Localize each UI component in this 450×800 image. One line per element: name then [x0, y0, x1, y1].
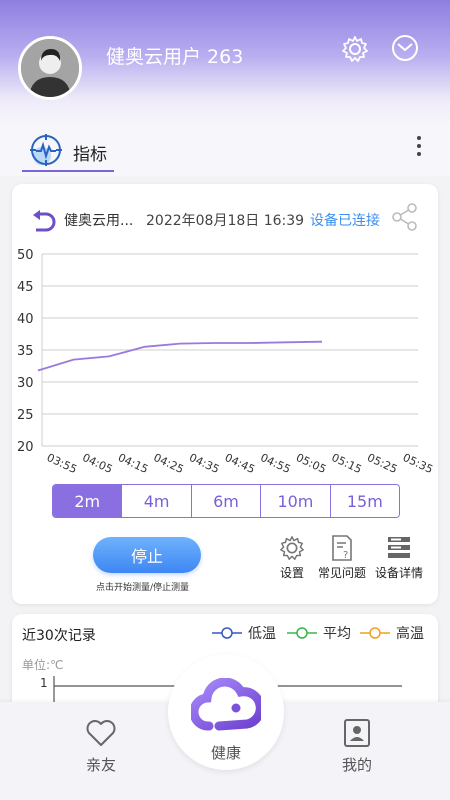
segment-10m[interactable]: 10m [261, 485, 331, 517]
legend-low-label: 低温 [248, 626, 276, 642]
nav-friends-label: 亲友 [85, 756, 116, 774]
health-cloud-icon [191, 678, 261, 731]
x-tick-label: 05:35 [401, 451, 435, 476]
segment-15m[interactable]: 15m [330, 485, 399, 517]
measure-hint: 点击开始测量/停止测量 [96, 583, 190, 593]
settings-button[interactable]: 设置 [276, 534, 308, 581]
records-y-tick: 1 [40, 676, 48, 690]
gear-icon [280, 536, 304, 560]
legend-high-marker-icon [360, 627, 390, 639]
legend-avg: 平均 [287, 623, 351, 643]
faq-label: 常见问题 [317, 566, 366, 580]
records-unit: 单位:℃ [22, 658, 64, 672]
x-tick-label: 03:55 [45, 451, 79, 476]
x-tick-label: 04:05 [80, 451, 114, 476]
segment-2m[interactable]: 2m [53, 485, 123, 517]
nav-mine[interactable]: 我的 [317, 718, 397, 775]
legend-low-marker-icon [212, 627, 242, 639]
segment-4m[interactable]: 4m [122, 485, 192, 517]
legend-high-label: 高温 [396, 626, 424, 642]
faq-document-icon: ? [332, 535, 352, 561]
nav-friends[interactable]: 亲友 [61, 718, 141, 775]
svg-text:?: ? [343, 550, 348, 561]
nav-mine-label: 我的 [341, 756, 372, 774]
x-tick-label: 04:35 [187, 451, 221, 476]
temperature-line [37, 340, 323, 372]
x-tick-label: 04:15 [116, 451, 150, 476]
x-tick-label: 04:25 [152, 451, 186, 476]
y-tick-label: 35 [17, 344, 34, 359]
legend-avg-label: 平均 [323, 626, 351, 642]
profile-card-icon [344, 719, 370, 747]
stop-button[interactable]: 停止 [93, 537, 201, 573]
y-tick-label: 30 [17, 376, 34, 391]
x-tick-label: 05:25 [365, 451, 399, 476]
segment-6m[interactable]: 6m [191, 485, 262, 517]
device-details-icon [388, 537, 410, 558]
y-tick-label: 25 [17, 408, 34, 423]
nav-health-label: 健康 [210, 744, 241, 762]
y-tick-label: 20 [17, 440, 34, 455]
duration-segmented-control: 2m 4m 6m 10m 15m [52, 484, 400, 518]
temperature-chart: 50 45 40 35 30 25 20 03:55 04:05 04:15 04:25 04:35… [17, 248, 435, 476]
y-tick-label: 50 [17, 248, 34, 263]
settings-label: 设置 [279, 566, 304, 580]
device-details-label: 设备详情 [374, 566, 423, 580]
x-tick-label: 04:45 [223, 451, 257, 476]
x-tick-label: 05:05 [294, 451, 328, 476]
y-tick-label: 40 [17, 312, 34, 327]
x-tick-label: 05:15 [330, 451, 364, 476]
legend-low: 低温 [212, 623, 276, 643]
legend-avg-marker-icon [287, 627, 317, 639]
records-title: 近30次记录 [22, 628, 96, 644]
device-details-button[interactable]: 设备详情 [372, 534, 426, 581]
legend-high: 高温 [360, 623, 424, 643]
y-tick-label: 45 [17, 280, 34, 295]
heart-icon [86, 720, 116, 746]
x-tick-label: 04:55 [258, 451, 292, 476]
faq-button[interactable]: ? 常见问题 [316, 534, 368, 581]
